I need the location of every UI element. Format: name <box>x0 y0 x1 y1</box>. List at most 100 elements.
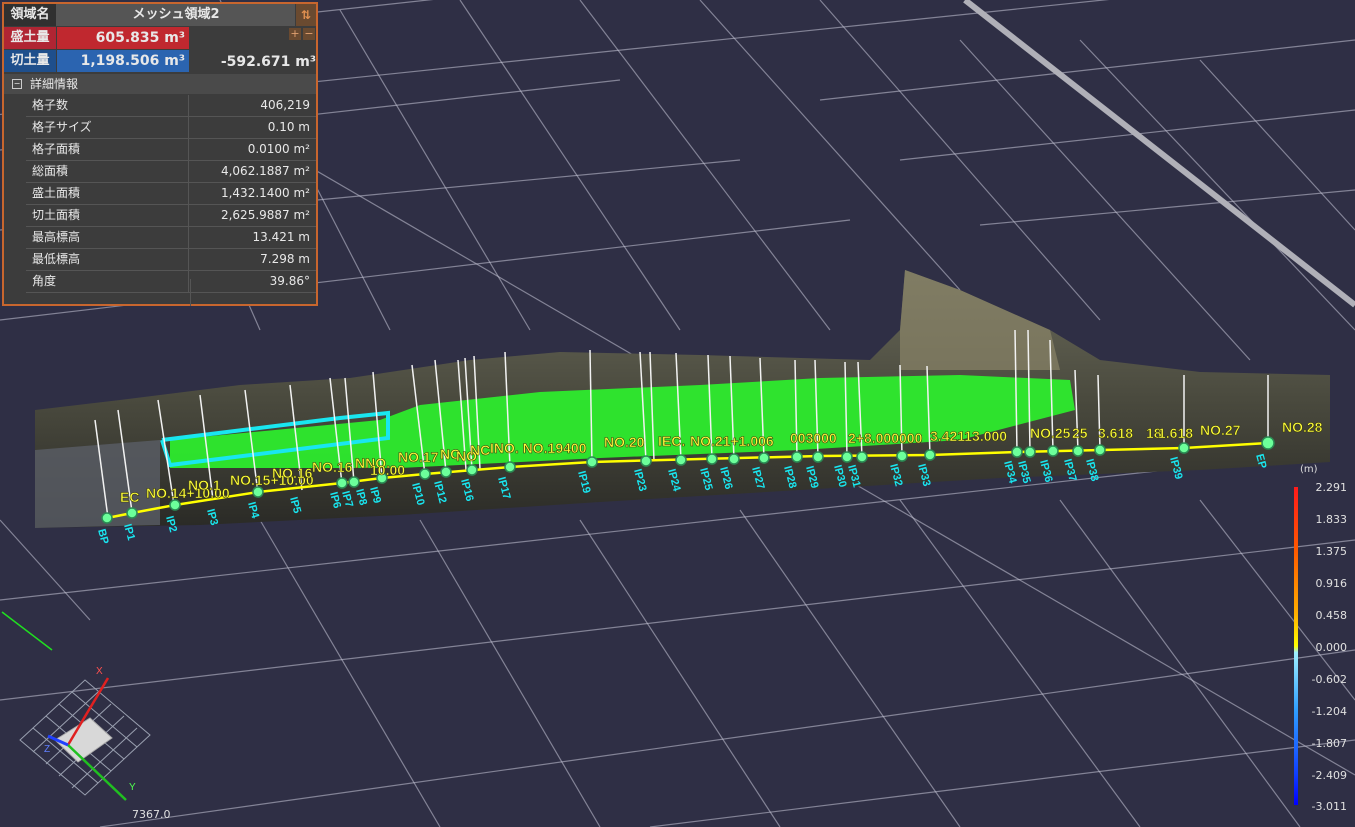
station-label: 003000 <box>790 430 837 446</box>
north-arrow <box>1 611 53 651</box>
station-label: IEC. <box>658 433 685 449</box>
ip-marker <box>706 453 718 465</box>
boundary-line <box>963 0 1355 308</box>
station-label: NO.20 <box>604 434 645 450</box>
ip-marker <box>924 449 936 461</box>
detail-section-title: 詳細情報 <box>30 77 79 91</box>
station-label: NO.1 <box>188 477 221 493</box>
detail-row: 最高標高 13.421 m <box>26 227 316 249</box>
ip-marker <box>758 452 770 464</box>
detail-value: 0.10 m <box>267 120 310 134</box>
legend-tick: 0.458 <box>1315 609 1348 622</box>
ip-label: BP <box>95 528 111 546</box>
detail-row: 切土面積 2,625.9887 m² <box>26 205 316 227</box>
ip-marker <box>440 466 452 478</box>
detail-section-header[interactable]: − 詳細情報 <box>4 74 316 94</box>
fill-volume-label: 盛土量 <box>4 27 56 49</box>
legend-tick: -2.409 <box>1311 769 1347 782</box>
ip-marker <box>1094 444 1106 456</box>
ip-marker <box>675 454 687 466</box>
y-axis-label: Y <box>129 782 136 793</box>
ip-marker <box>640 455 652 467</box>
cut-volume-label: 切土量 <box>4 50 56 72</box>
detail-key: 角度 <box>26 271 189 292</box>
ip-label: EP <box>1253 453 1268 470</box>
ip-marker <box>252 486 264 498</box>
station-label: NC <box>470 442 490 458</box>
station-label: NO.27 <box>1200 422 1241 438</box>
station-label: NO.17 <box>398 449 439 465</box>
detail-row: 総面積 4,062.1887 m² <box>26 161 316 183</box>
ip-marker <box>1024 446 1036 458</box>
legend-tick: 0.916 <box>1315 577 1348 590</box>
ip-marker <box>586 456 598 468</box>
ip-marker <box>856 451 868 463</box>
legend-tick: -1.807 <box>1311 737 1347 750</box>
region-name-value: メッシュ領域2 <box>57 4 295 26</box>
ip-marker <box>466 464 478 476</box>
ip-marker <box>419 468 431 480</box>
ip-marker <box>1178 442 1190 454</box>
station-label: 2+8.000000 <box>848 430 923 446</box>
legend-tick: -1.204 <box>1311 705 1347 718</box>
ip-marker <box>1011 446 1023 458</box>
detail-value: 406,219 <box>260 98 310 112</box>
detail-table: 格子数 406,219 格子サイズ 0.10 m 格子面積 0.0100 m² 総面積… <box>26 95 316 293</box>
detail-row: 盛土面積 1,432.1400 m² <box>26 183 316 205</box>
ip-marker <box>504 461 516 473</box>
net-volume-value: -592.671 m³ <box>220 54 316 70</box>
ip-marker <box>348 476 360 488</box>
detail-value: 2,625.9887 m² <box>220 208 310 222</box>
ip-marker <box>812 451 824 463</box>
legend-tick: -0.602 <box>1311 673 1347 686</box>
detail-row: 角度 39.86° <box>26 271 316 293</box>
plus-button[interactable]: + <box>289 28 301 40</box>
detail-value: 4,062.1887 m² <box>220 164 310 178</box>
z-axis-label: Z <box>44 744 50 755</box>
ip-marker <box>336 477 348 489</box>
detail-key: 盛土面積 <box>26 183 189 204</box>
legend-tick: 0.000 <box>1315 641 1348 654</box>
station-label: EC <box>120 489 139 505</box>
detail-key: 総面積 <box>26 161 189 182</box>
station-label: NO.25 <box>1030 425 1071 441</box>
detail-key: 切土面積 <box>26 205 189 226</box>
station-label: NO.16 <box>272 465 313 481</box>
detail-value: 0.0100 m² <box>247 142 310 156</box>
x-axis-label: X <box>96 666 103 677</box>
detail-key: 格子数 <box>26 95 189 116</box>
ip-marker <box>126 507 138 519</box>
legend-tick: 1.833 <box>1315 513 1348 526</box>
station-label: 1.618 <box>1158 425 1193 441</box>
ip-marker <box>841 451 853 463</box>
panel-divider <box>190 279 191 306</box>
station-label: NO.16 <box>312 459 353 475</box>
detail-row: 最低標高 7.298 m <box>26 249 316 271</box>
detail-key: 最低標高 <box>26 249 189 270</box>
fill-volume-value: 605.835 m³ <box>57 27 189 49</box>
cut-volume-value: 1,198.506 m³ <box>57 50 189 72</box>
sort-arrows-icon[interactable]: ⇅ <box>296 4 316 26</box>
station-label: 3.618 <box>1098 425 1133 441</box>
station-label: 25 <box>1072 425 1088 441</box>
detail-key: 格子面積 <box>26 139 189 160</box>
coordinate-readout: 7367.0 <box>132 808 171 821</box>
ip-marker <box>728 453 740 465</box>
minus-button[interactable]: − <box>303 28 315 40</box>
detail-row: 格子数 406,219 <box>26 95 316 117</box>
detail-key: 最高標高 <box>26 227 189 248</box>
station-label: 3.42113.000 <box>930 428 1007 444</box>
axis-gizmo[interactable]: X Y Z <box>1 611 151 801</box>
legend-tick: -3.011 <box>1311 800 1347 813</box>
detail-value: 1,432.1400 m² <box>220 186 310 200</box>
station-label: NO.28 <box>1282 419 1323 435</box>
detail-key: 格子サイズ <box>26 117 189 138</box>
ip-marker <box>1047 445 1059 457</box>
detail-value: 13.421 m <box>252 230 311 244</box>
orientation-cube-icon <box>54 717 113 763</box>
ip-marker <box>896 450 908 462</box>
ip-marker <box>1072 445 1084 457</box>
ip-marker <box>101 512 113 524</box>
collapse-icon[interactable]: − <box>12 79 22 89</box>
station-label: INO. NO.19400 <box>490 440 587 456</box>
